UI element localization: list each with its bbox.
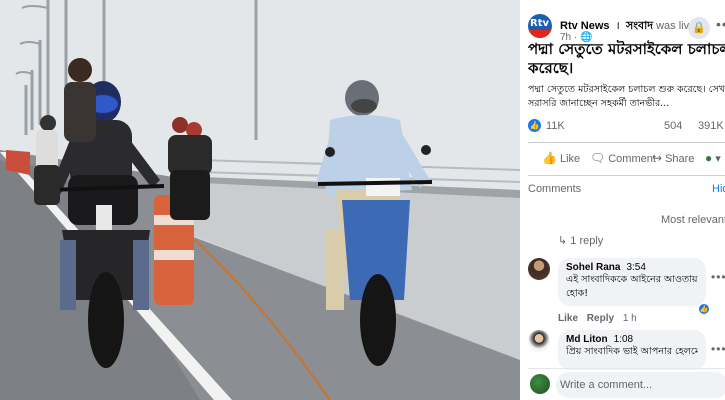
body-line-2: সরাসরি জানাচ্ছেন সহকর্মী তানভীর... [528, 98, 670, 109]
commenter-avatar[interactable] [528, 330, 550, 352]
comment-label: Comment [608, 153, 656, 165]
headline-line-1: পদ্মা সেতুতে মটরসাইকেল চলাচল শুরু [528, 40, 725, 58]
page-label[interactable]: সংবাদ [626, 20, 653, 32]
share-count[interactable]: 391K [698, 120, 724, 132]
comment-text-line-1: প্রিয় সাংবাদিক ভাই আপনার হেলমেট [566, 346, 698, 357]
view-replies-link[interactable]: ↳ 1 reply [558, 234, 603, 247]
post-headline: পদ্মা সেতুতে মটরসাইকেল চলাচল শুরু করেছে। [528, 40, 725, 78]
speech-bubble-icon: 🗨 [590, 151, 606, 165]
comments-bar: Comments Hide [528, 183, 725, 195]
page-avatar-text: Rtv [530, 18, 549, 29]
comment-count[interactable]: 504 [664, 120, 682, 132]
divider [528, 142, 725, 143]
comment-sort-dropdown[interactable]: Most relevant ▾ [661, 213, 725, 226]
like-label: Like [559, 153, 581, 165]
comment-button[interactable]: 🗨 Comment [590, 151, 656, 165]
comment-text-line-1: এই সাংবাদিককে আইনের আওতায় আনা [566, 274, 698, 285]
divider [528, 368, 725, 369]
commenter-avatar[interactable] [528, 258, 550, 280]
comment-more-icon[interactable]: ••• [711, 342, 725, 356]
comment-actions: Like Reply 1 h [558, 313, 637, 324]
comment-bubble: Sohel Rana 3:54 এই সাংবাদিককে আইনের আওতায… [558, 258, 706, 306]
post-side-panel: Rtv Rtv News । সংবাদ was live. 7h · 🌐 🔒 … [520, 0, 725, 400]
page-name-link[interactable]: Rtv News [560, 20, 610, 32]
commenter-name-line: Md Liton 1:08 [566, 334, 698, 345]
comment-like-button[interactable]: Like [558, 313, 578, 324]
hide-comments-button[interactable]: Hide [712, 183, 725, 195]
save-icon[interactable]: 🔒 [688, 17, 710, 39]
share-button[interactable]: ↪ Share [652, 151, 694, 165]
like-button[interactable]: 👍 Like [542, 151, 580, 165]
page-name-separator: । [612, 20, 623, 32]
comment-like-icon: 👍 [698, 303, 710, 315]
commenter-name[interactable]: Sohel Rana [566, 262, 620, 273]
comment-timestamp[interactable]: 1:08 [614, 334, 633, 345]
my-avatar[interactable] [530, 374, 550, 394]
more-options-icon[interactable]: ••• [716, 16, 725, 32]
like-reaction-icon: 👍 [528, 119, 541, 132]
page-avatar[interactable]: Rtv [528, 14, 552, 38]
headline-line-2: করেছে। [528, 59, 574, 77]
profile-globe-icon: ● [705, 151, 713, 165]
replies-count: 1 reply [570, 235, 604, 247]
commenter-name-line: Sohel Rana 3:54 [566, 262, 698, 273]
commenter-name[interactable]: Md Liton [566, 334, 608, 345]
post-body: পদ্মা সেতুতে মটরসাইকেল চলাচল শুরু করেছে।… [528, 83, 725, 111]
comment-timestamp[interactable]: 3:54 [626, 262, 645, 273]
post-actions: 👍 Like 🗨 Comment ↪ Share ● ▾ [528, 148, 725, 170]
comment-more-icon[interactable]: ••• [711, 270, 725, 284]
comments-title: Comments [528, 183, 582, 195]
comment-age[interactable]: 1 h [623, 313, 637, 324]
share-arrow-icon: ↪ [652, 151, 663, 165]
thumbs-up-icon: 👍 [542, 151, 557, 165]
divider [528, 175, 725, 176]
comment-reply-button[interactable]: Reply [587, 313, 614, 324]
comment-text-line-2: হোক! [566, 288, 589, 299]
audience-selector[interactable]: ● ▾ [705, 151, 721, 165]
reply-arrow-icon: ↳ [558, 235, 568, 247]
video-frame [0, 0, 520, 400]
live-video[interactable] [0, 0, 520, 400]
post-stats: 👍 11K 504 391K [528, 118, 725, 136]
comment-input[interactable] [556, 372, 725, 398]
comment-composer [528, 372, 725, 398]
share-label: Share [665, 153, 695, 165]
reaction-count[interactable]: 11K [546, 120, 565, 132]
body-line-1: পদ্মা সেতুতে মটরসাইকেল চলাচল শুরু করেছে।… [528, 84, 725, 95]
comment-bubble: Md Liton 1:08 প্রিয় সাংবাদিক ভাই আপনার হ… [558, 330, 706, 370]
